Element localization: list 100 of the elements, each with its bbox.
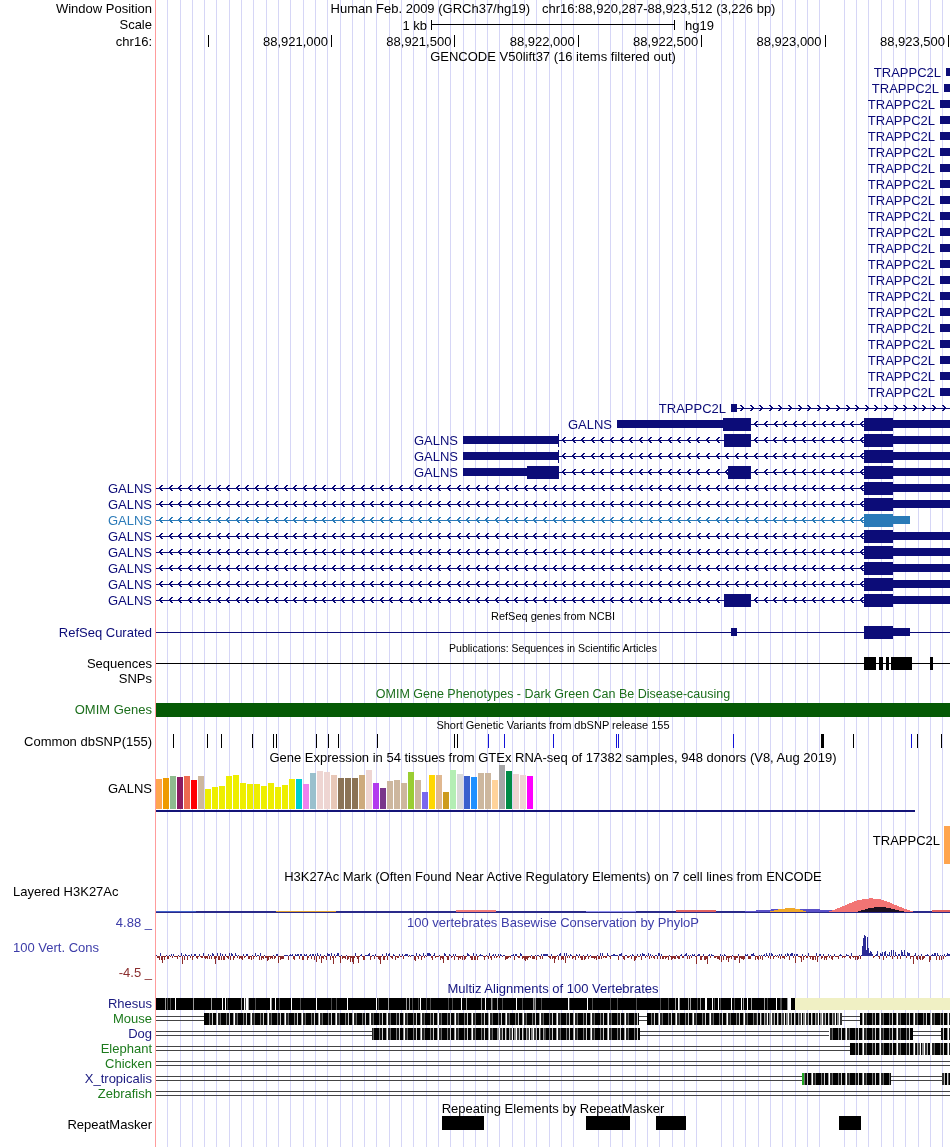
gene-model-drawing[interactable]: [617, 417, 950, 431]
snp-tick[interactable]: [252, 734, 253, 748]
track-label[interactable]: RepeatMasker: [67, 1116, 152, 1132]
gene-label[interactable]: GALNS: [107, 781, 152, 796]
snp-tick[interactable]: [553, 734, 554, 748]
gene-label[interactable]: GALNS: [107, 480, 152, 496]
snp-tick[interactable]: [173, 734, 174, 748]
snp-tick[interactable]: [504, 734, 505, 748]
gene-label[interactable]: GALNS: [413, 449, 458, 464]
gene-model-drawing[interactable]: [731, 404, 950, 412]
snp-tick[interactable]: [454, 734, 455, 748]
snp-tick[interactable]: [821, 734, 824, 748]
gene-label[interactable]: TRAPPC2L: [867, 305, 935, 320]
gene-label[interactable]: TRAPPC2L: [867, 145, 935, 160]
ruler-tick: [208, 35, 209, 47]
gene-label[interactable]: TRAPPC2L: [867, 209, 935, 224]
gene-label[interactable]: GALNS: [567, 417, 612, 432]
track-label[interactable]: 100 Vert. Cons: [13, 940, 99, 955]
track-label[interactable]: OMIM Genes: [74, 702, 152, 717]
gene-label[interactable]: GALNS: [107, 592, 152, 608]
gene-label[interactable]: GALNS: [107, 528, 152, 544]
snp-tick[interactable]: [911, 734, 912, 748]
gene-model-drawing[interactable]: [463, 465, 950, 479]
species-label[interactable]: Zebrafish: [97, 1086, 152, 1101]
gene-label[interactable]: TRAPPC2L: [867, 113, 935, 128]
snp-tick[interactable]: [276, 734, 277, 748]
gene-label[interactable]: TRAPPC2L: [867, 161, 935, 176]
repeat-block[interactable]: [839, 1116, 861, 1130]
gene-label[interactable]: TRAPPC2L: [867, 273, 935, 288]
gene-label[interactable]: TRAPPC2L: [867, 337, 935, 352]
gene-model-drawing[interactable]: [463, 433, 950, 447]
gene-label[interactable]: GALNS: [413, 433, 458, 448]
gene-label[interactable]: TRAPPC2L: [871, 81, 939, 96]
gene-label[interactable]: GALNS: [413, 465, 458, 480]
gene-model-drawing[interactable]: [156, 625, 950, 639]
track-label[interactable]: Common dbSNP(155): [24, 733, 152, 749]
snp-tick[interactable]: [853, 734, 854, 748]
track-title: GENCODE V50lift37 (16 items filtered out): [430, 49, 676, 64]
track-label[interactable]: SNPs: [118, 671, 152, 686]
snp-tick[interactable]: [316, 734, 317, 748]
gene-label[interactable]: TRAPPC2L: [867, 257, 935, 272]
gene-label[interactable]: TRAPPC2L: [867, 369, 935, 384]
gene-label[interactable]: TRAPPC2L: [867, 385, 935, 400]
species-label[interactable]: X_tropicalis: [84, 1071, 152, 1086]
gene-model-drawing[interactable]: [156, 529, 950, 543]
gene-label[interactable]: TRAPPC2L: [867, 97, 935, 112]
track-label[interactable]: RefSeq Curated: [58, 624, 152, 640]
gene-label[interactable]: GALNS: [107, 496, 152, 512]
sequence-match-drawing[interactable]: [156, 657, 950, 670]
gene-model-drawing[interactable]: [156, 561, 950, 575]
gene-label[interactable]: TRAPPC2L: [867, 353, 935, 368]
gene-label[interactable]: TRAPPC2L: [867, 289, 935, 304]
gene-label[interactable]: TRAPPC2L: [867, 129, 935, 144]
gene-model-drawing[interactable]: [156, 545, 950, 559]
gene-label[interactable]: TRAPPC2L: [872, 833, 940, 848]
repeat-block[interactable]: [656, 1116, 686, 1130]
ruler-label: 88,922,000: [509, 34, 575, 49]
snp-tick[interactable]: [457, 734, 458, 748]
gene-label[interactable]: GALNS: [107, 560, 152, 576]
gene-label[interactable]: TRAPPC2L: [867, 225, 935, 240]
gene-label[interactable]: GALNS: [107, 576, 152, 592]
expression-bar: [944, 826, 950, 864]
gene-label[interactable]: TRAPPC2L: [867, 177, 935, 192]
gene-model-drawing[interactable]: [156, 593, 950, 607]
track-label[interactable]: Layered H3K27Ac: [13, 884, 119, 899]
snp-tick[interactable]: [917, 734, 918, 748]
ruler-label: 88,922,500: [633, 34, 699, 49]
snp-tick[interactable]: [488, 734, 489, 748]
gene-label[interactable]: TRAPPC2L: [658, 401, 726, 416]
species-label[interactable]: Elephant: [100, 1041, 152, 1056]
axis-max-label: 4.88 _: [115, 915, 152, 930]
gene-model-drawing[interactable]: [463, 449, 950, 463]
omim-bar[interactable]: [156, 702, 950, 717]
snp-tick[interactable]: [338, 734, 339, 748]
track-title: Publications: Sequences in Scientific Articles: [449, 640, 657, 656]
gene-label[interactable]: GALNS: [107, 512, 152, 528]
gene-model-drawing[interactable]: [156, 497, 950, 511]
gene-label[interactable]: TRAPPC2L: [867, 321, 935, 336]
gene-label[interactable]: TRAPPC2L: [867, 193, 935, 208]
species-label[interactable]: Mouse: [112, 1011, 152, 1026]
track-label[interactable]: Sequences: [86, 656, 152, 671]
snp-tick[interactable]: [377, 734, 378, 748]
snp-tick[interactable]: [328, 734, 329, 748]
gene-label[interactable]: GALNS: [107, 544, 152, 560]
snp-tick[interactable]: [273, 734, 274, 748]
repeat-block[interactable]: [586, 1116, 630, 1130]
repeat-block[interactable]: [442, 1116, 484, 1130]
snp-tick[interactable]: [207, 734, 208, 748]
track-title: 100 vertebrates Basewise Conservation by PhyloP: [407, 915, 699, 930]
gene-label[interactable]: TRAPPC2L: [867, 241, 935, 256]
gene-model-drawing[interactable]: [156, 577, 950, 591]
species-label[interactable]: Dog: [128, 1026, 152, 1041]
species-label[interactable]: Chicken: [105, 1056, 152, 1071]
species-label[interactable]: Rhesus: [107, 996, 152, 1011]
snp-tick[interactable]: [221, 734, 222, 748]
snp-tick[interactable]: [941, 734, 942, 748]
ruler-tick: [948, 35, 949, 47]
gene-label[interactable]: TRAPPC2L: [873, 65, 941, 80]
gene-model-drawing[interactable]: [156, 481, 950, 495]
snp-tick[interactable]: [733, 734, 734, 748]
